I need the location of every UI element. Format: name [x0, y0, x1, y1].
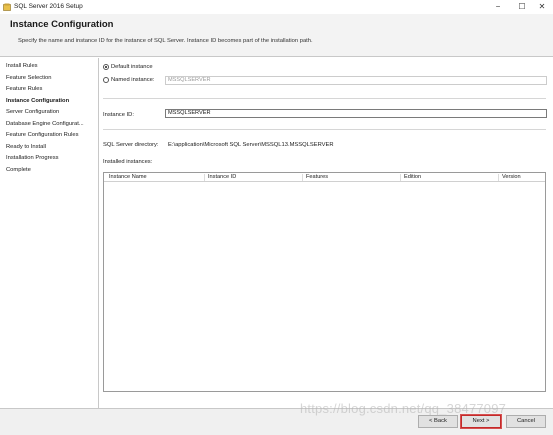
- title-bar: SQL Server 2016 Setup − ☐ ✕: [0, 0, 553, 14]
- page-header: Instance Configuration Specify the name …: [0, 14, 553, 57]
- close-button[interactable]: ✕: [530, 0, 553, 14]
- sql-server-setup-icon: [3, 3, 11, 11]
- sidebar-item-database-engine-configuration[interactable]: Database Engine Configurat...: [6, 121, 84, 127]
- default-instance-radio[interactable]: [103, 64, 109, 70]
- installed-instances-label: Installed instances:: [103, 158, 153, 165]
- column-header-edition[interactable]: Edition: [400, 174, 498, 181]
- window-title: SQL Server 2016 Setup: [14, 3, 83, 10]
- instance-id-label: Instance ID:: [103, 111, 134, 118]
- column-header-instance-id[interactable]: Instance ID: [204, 174, 302, 181]
- steps-sidebar: Install Rules Feature Selection Feature …: [0, 58, 99, 408]
- sidebar-item-feature-rules[interactable]: Feature Rules: [6, 86, 42, 92]
- sidebar-item-feature-configuration-rules[interactable]: Feature Configuration Rules: [6, 132, 79, 138]
- named-instance-label[interactable]: Named instance:: [111, 77, 155, 83]
- cancel-button[interactable]: Cancel: [506, 415, 546, 428]
- sidebar-item-instance-configuration[interactable]: Instance Configuration: [6, 98, 69, 104]
- wizard-footer: < Back Next > Cancel: [0, 408, 553, 435]
- sidebar-item-server-configuration[interactable]: Server Configuration: [6, 109, 59, 115]
- table-header: Instance Name Instance ID Features Editi…: [104, 173, 545, 182]
- default-instance-label[interactable]: Default instance: [111, 64, 153, 70]
- sidebar-item-installation-progress[interactable]: Installation Progress: [6, 155, 59, 161]
- main-panel: Default instance Named instance: MSSQLSE…: [100, 58, 553, 408]
- minimize-button[interactable]: −: [486, 0, 510, 14]
- sidebar-item-complete[interactable]: Complete: [6, 167, 31, 173]
- named-instance-input[interactable]: MSSQLSERVER: [165, 76, 547, 85]
- column-header-version[interactable]: Version: [498, 174, 546, 181]
- next-button[interactable]: Next >: [461, 415, 501, 428]
- sidebar-item-feature-selection[interactable]: Feature Selection: [6, 75, 51, 81]
- sidebar-item-ready-to-install[interactable]: Ready to Install: [6, 144, 46, 150]
- sql-server-directory-label: SQL Server directory:: [103, 142, 159, 148]
- page-description: Specify the name and instance ID for the…: [18, 38, 313, 44]
- separator: [103, 129, 546, 130]
- sql-server-directory-value: E:\application\Microsoft SQL Server\MSSQ…: [168, 142, 334, 148]
- column-header-instance-name[interactable]: Instance Name: [106, 174, 202, 181]
- installed-instances-table[interactable]: Instance Name Instance ID Features Editi…: [103, 172, 546, 392]
- page-title: Instance Configuration: [10, 19, 114, 30]
- named-instance-radio[interactable]: [103, 77, 109, 83]
- back-button[interactable]: < Back: [418, 415, 458, 428]
- column-header-features[interactable]: Features: [302, 174, 400, 181]
- instance-id-input[interactable]: MSSQLSERVER: [165, 109, 547, 118]
- sidebar-item-install-rules[interactable]: Install Rules: [6, 63, 38, 69]
- separator: [103, 98, 546, 99]
